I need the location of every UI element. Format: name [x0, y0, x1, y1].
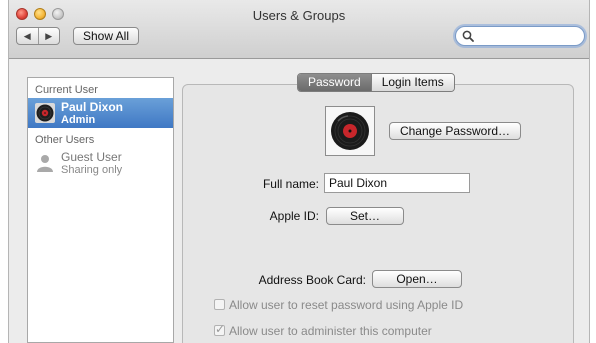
user-role: Admin: [61, 114, 96, 126]
other-users-header: Other Users: [35, 134, 95, 146]
forward-button[interactable]: ▶: [37, 28, 60, 44]
apple-id-set-button[interactable]: Set…: [326, 207, 404, 225]
allow-admin-row[interactable]: ✓ Allow user to administer this computer: [214, 322, 432, 338]
user-list: Current User Paul Dixon Admin Other User…: [27, 77, 174, 343]
user-role: Sharing only: [61, 164, 123, 176]
address-book-label: Address Book Card:: [258, 273, 366, 287]
tab-bar: Password Login Items: [297, 73, 455, 92]
forward-arrow-icon: ▶: [45, 30, 53, 41]
allow-admin-checkbox[interactable]: ✓: [214, 322, 226, 336]
allow-reset-label: Allow user to reset password using Apple…: [229, 298, 464, 312]
search-field[interactable]: [455, 26, 585, 46]
search-input[interactable]: [476, 28, 580, 45]
user-name: Paul Dixon: [61, 100, 124, 114]
full-name-label: Full name:: [262, 177, 319, 191]
back-arrow-icon: ◀: [23, 30, 31, 41]
tab-password[interactable]: Password: [298, 74, 371, 91]
back-button[interactable]: ◀: [17, 28, 38, 44]
search-icon: [462, 30, 474, 42]
full-name-field[interactable]: Paul Dixon: [324, 173, 470, 193]
record-avatar-icon: [35, 103, 55, 123]
user-name: Guest User: [61, 150, 122, 164]
current-user-header: Current User: [35, 84, 98, 96]
record-avatar-icon: [331, 112, 369, 150]
user-picture[interactable]: [325, 106, 375, 156]
show-all-button[interactable]: Show All: [73, 27, 139, 45]
apple-id-label: Apple ID:: [269, 209, 319, 223]
back-forward-control: ◀ ▶: [16, 27, 60, 45]
change-password-button[interactable]: Change Password…: [389, 122, 521, 140]
allow-admin-label: Allow user to administer this computer: [229, 324, 432, 338]
preferences-window: Users & Groups ◀ ▶ Show All Current User: [8, 0, 590, 343]
allow-reset-checkbox[interactable]: [214, 299, 225, 310]
tab-login-items[interactable]: Login Items: [370, 74, 454, 91]
allow-reset-row[interactable]: Allow user to reset password using Apple…: [214, 298, 463, 312]
window-title: Users & Groups: [252, 8, 346, 23]
title-bar: Users & Groups ◀ ▶ Show All: [9, 0, 589, 59]
checkmark-icon: ✓: [215, 322, 226, 336]
user-row-guest[interactable]: Guest User Sharing only: [28, 148, 173, 178]
address-book-open-button[interactable]: Open…: [372, 270, 462, 288]
user-row-paul-dixon[interactable]: Paul Dixon Admin: [28, 98, 173, 128]
person-silhouette-icon: [37, 155, 53, 172]
